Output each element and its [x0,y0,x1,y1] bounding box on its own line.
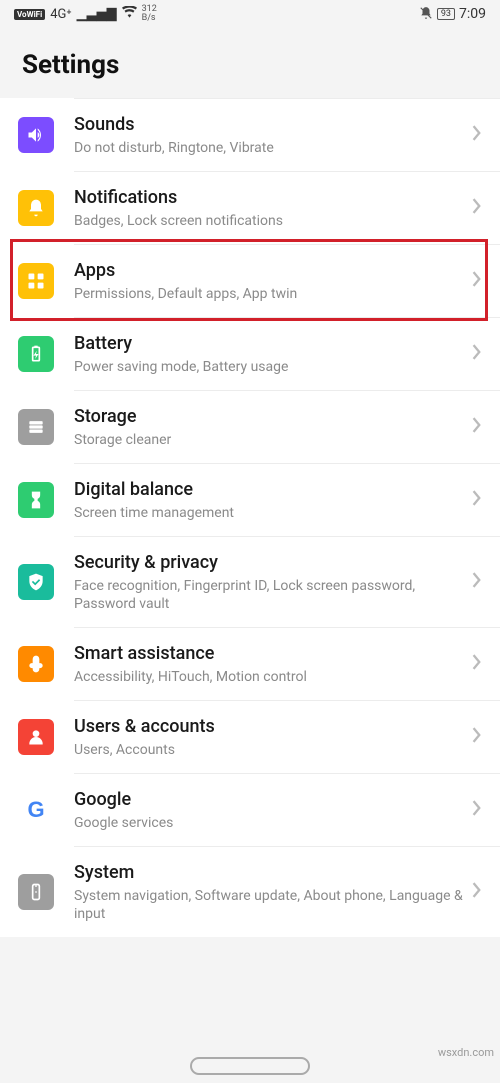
chevron-right-icon [472,344,482,364]
digital-balance-icon [18,482,54,518]
row-sub: System navigation, Software update, Abou… [74,887,464,923]
row-google[interactable]: G Google Google services [0,774,500,846]
clock: 7:09 [459,6,486,22]
dnd-icon [419,6,433,23]
row-title: Digital balance [74,478,464,502]
row-sub: Users, Accounts [74,741,464,759]
chevron-right-icon [472,417,482,437]
row-title: Battery [74,332,464,356]
row-security[interactable]: Security & privacy Face recognition, Fin… [0,537,500,627]
row-system[interactable]: System System navigation, Software updat… [0,847,500,937]
row-title: Notifications [74,186,464,210]
chevron-right-icon [472,125,482,145]
chevron-right-icon [472,727,482,747]
security-icon [18,564,54,600]
storage-icon [18,409,54,445]
row-smart-assist[interactable]: Smart assistance Accessibility, HiTouch,… [0,628,500,700]
google-icon: G [18,792,54,828]
sounds-icon [18,117,54,153]
row-notifications[interactable]: Notifications Badges, Lock screen notifi… [0,172,500,244]
row-sub: Face recognition, Fingerprint ID, Lock s… [74,577,464,613]
chevron-right-icon [472,572,482,592]
chevron-right-icon [472,654,482,674]
row-apps[interactable]: Apps Permissions, Default apps, App twin [0,245,500,317]
row-storage[interactable]: Storage Storage cleaner [0,391,500,463]
nav-home-pill[interactable] [190,1057,310,1075]
settings-list: Sounds Do not disturb, Ringtone, Vibrate… [0,98,500,937]
vowifi-badge: VoWiFi [14,9,45,20]
signal-icon: ▁▃▅▇ [77,7,117,22]
row-battery[interactable]: Battery Power saving mode, Battery usage [0,318,500,390]
chevron-right-icon [472,271,482,291]
row-title: Google [74,788,464,812]
row-title: Security & privacy [74,551,464,575]
row-title: Smart assistance [74,642,464,666]
row-users[interactable]: Users & accounts Users, Accounts [0,701,500,773]
wifi-icon [122,6,137,22]
row-sub: Google services [74,814,464,832]
net-speed: 312B/s [142,5,157,23]
status-bar: VoWiFi 4G⁺ ▁▃▅▇ 312B/s 93 7:09 [0,0,500,28]
chevron-right-icon [472,800,482,820]
chevron-right-icon [472,882,482,902]
users-icon [18,719,54,755]
row-title: Users & accounts [74,715,464,739]
chevron-right-icon [472,198,482,218]
cell-gen: 4G⁺ [50,7,71,22]
row-sub: Permissions, Default apps, App twin [74,285,464,303]
row-sub: Accessibility, HiTouch, Motion control [74,668,464,686]
notifications-icon [18,190,54,226]
page-title: Settings [0,28,500,98]
battery-indicator: 93 [437,8,455,20]
row-sub: Screen time management [74,504,464,522]
smart-assist-icon [18,646,54,682]
row-sub: Do not disturb, Ringtone, Vibrate [74,139,464,157]
row-sub: Storage cleaner [74,431,464,449]
system-icon [18,874,54,910]
row-title: System [74,861,464,885]
row-digital-balance[interactable]: Digital balance Screen time management [0,464,500,536]
row-title: Apps [74,259,464,283]
battery-icon [18,336,54,372]
row-title: Storage [74,405,464,429]
apps-icon [18,263,54,299]
row-sounds[interactable]: Sounds Do not disturb, Ringtone, Vibrate [0,99,500,171]
watermark: wsxdn.com [438,1046,494,1059]
chevron-right-icon [472,490,482,510]
row-title: Sounds [74,113,464,137]
row-sub: Power saving mode, Battery usage [74,358,464,376]
row-sub: Badges, Lock screen notifications [74,212,464,230]
